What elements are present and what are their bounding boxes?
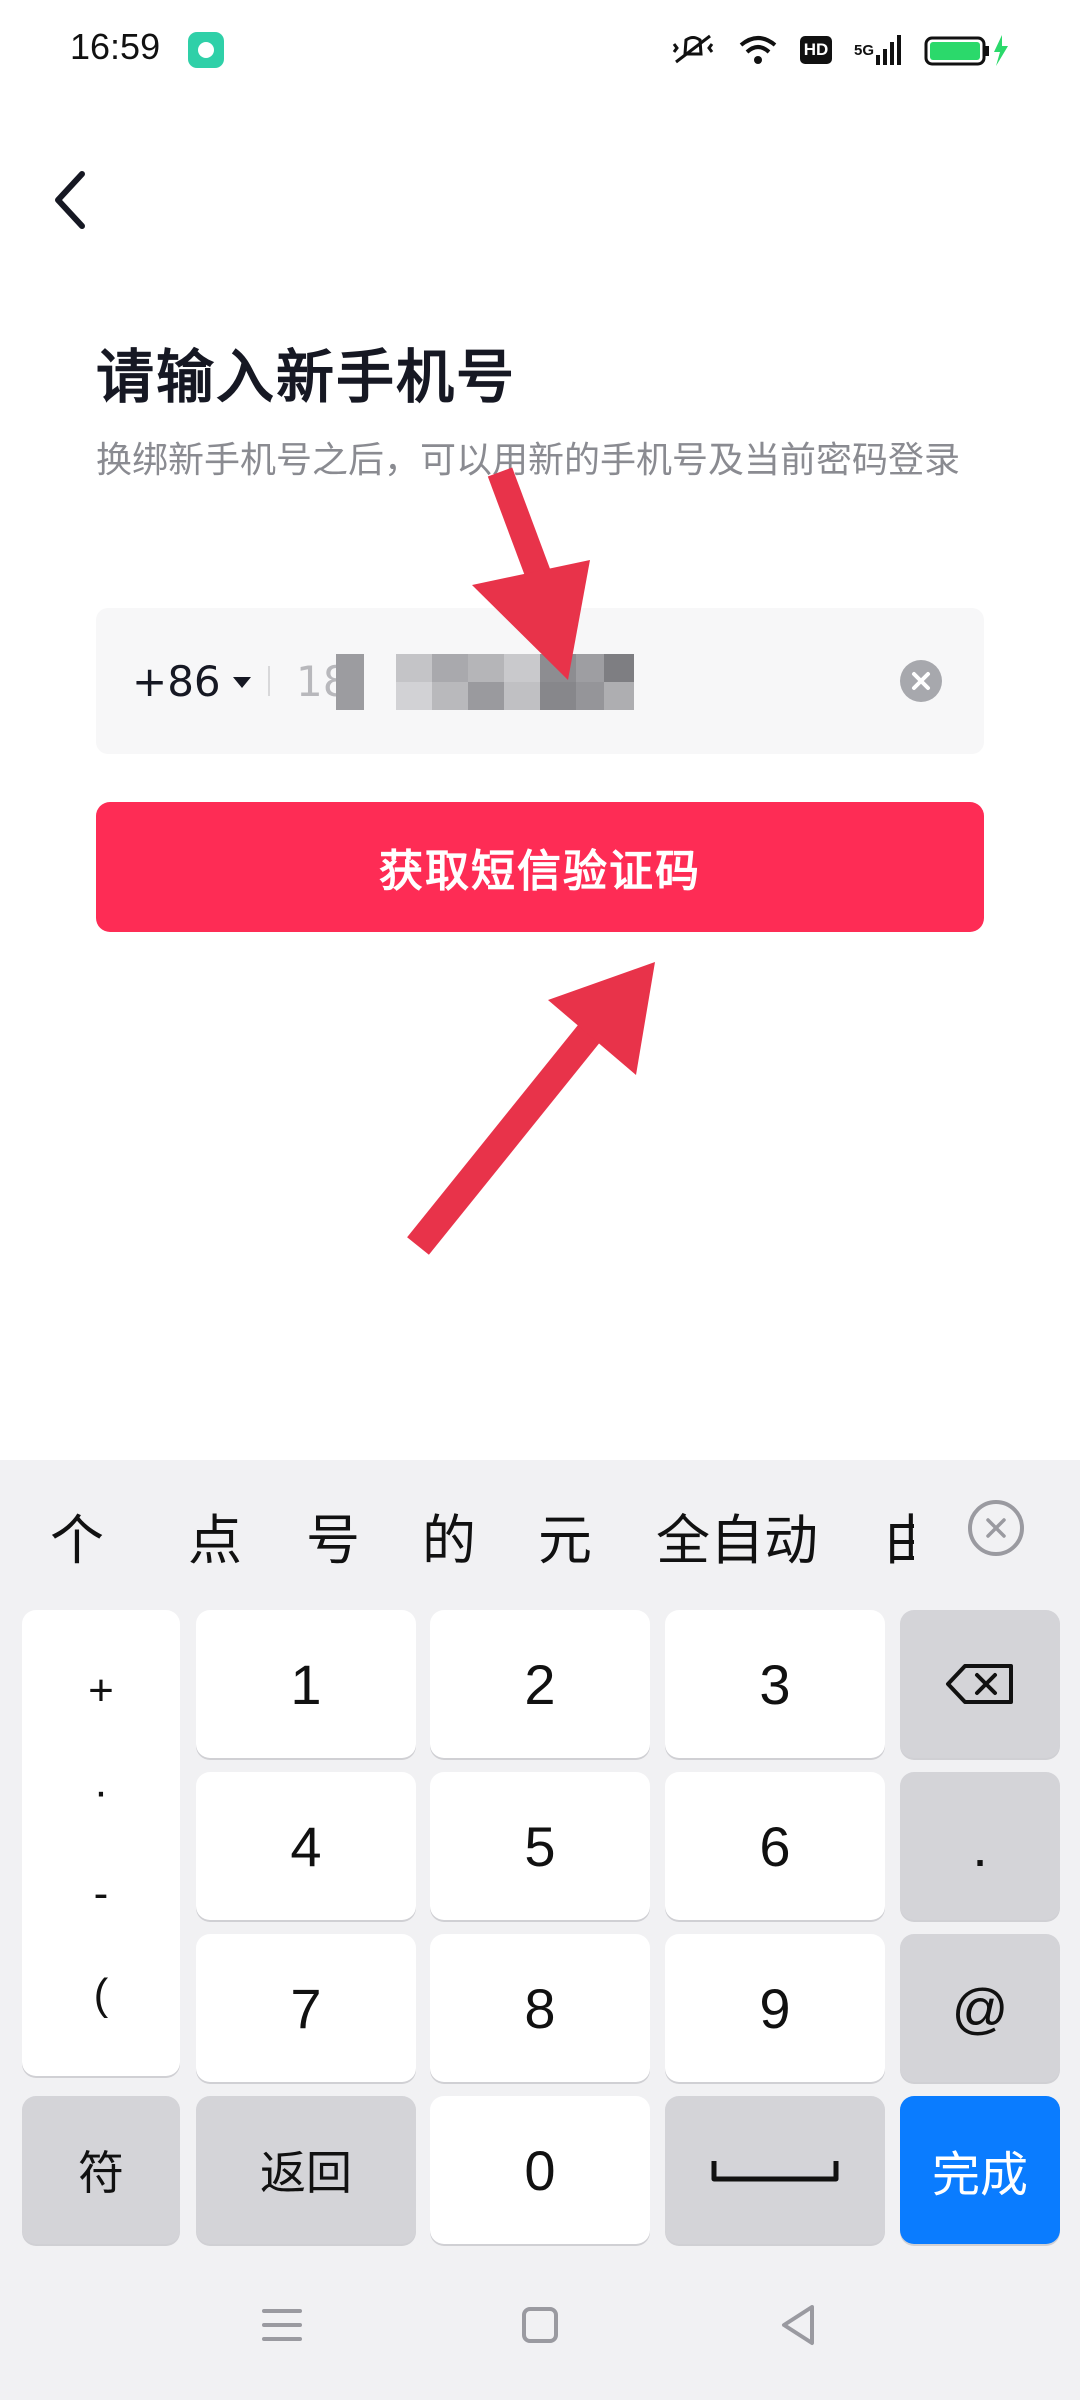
symbol-column-key[interactable]: + · - ( [22,1610,180,2076]
key-9[interactable]: 9 [665,1934,885,2082]
done-key[interactable]: 完成 [900,2096,1060,2244]
plus-symbol[interactable]: + [88,1666,114,1716]
symbols-key[interactable]: 符 [22,2096,180,2244]
dot-key[interactable]: . [900,1772,1060,1920]
backspace-icon [946,1664,1013,1704]
5g-signal-icon: 5G [854,35,902,65]
country-code-selector[interactable]: +86 [132,608,251,754]
back-button[interactable] [40,160,100,240]
key-8[interactable]: 8 [430,1934,650,2082]
clear-circle-icon [912,672,930,690]
caret-down-icon [232,676,251,688]
phone-input-field[interactable]: +86 18 [96,608,984,754]
space-key[interactable] [665,2096,885,2244]
back-triangle-icon[interactable] [758,2290,838,2360]
key-7[interactable]: 7 [196,1934,416,2082]
candidate-word[interactable]: 由 [884,1496,914,1575]
clear-button[interactable] [900,660,942,702]
field-divider [268,666,270,696]
candidate-word[interactable]: 全自动 [656,1496,818,1575]
key-4[interactable]: 4 [196,1772,416,1920]
page-subtitle: 换绑新手机号之后，可以用新的手机号及当前密码登录 [96,440,961,481]
return-key[interactable]: 返回 [196,2096,416,2244]
menu-icon[interactable] [242,2290,322,2360]
key-0[interactable]: 0 [430,2096,650,2244]
network-type-label: 5G [853,41,874,59]
key-1[interactable]: 1 [196,1610,416,1758]
key-6[interactable]: 6 [665,1772,885,1920]
dot-symbol[interactable]: · [94,1767,109,1817]
arrow-up-icon [407,962,655,1255]
dash-symbol[interactable]: - [94,1869,109,1919]
candidate-word[interactable]: 点 [188,1496,242,1575]
chevron-left-icon [55,171,85,229]
space-bar-icon [711,2161,839,2182]
system-nav-bar [0,2250,1080,2400]
candidate-word[interactable]: 个 [50,1496,104,1575]
status-bar: 16:59 HD 5G [0,0,1080,100]
status-icons: HD 5G [670,28,1010,72]
paren-symbol[interactable]: ( [94,1970,109,2020]
candidate-bar: 个 点 号 的 元 全自动 由 [0,1460,1080,1590]
get-sms-code-button[interactable]: 获取短信验证码 [96,802,984,932]
mute-vibrate-icon [670,32,716,68]
page-title: 请输入新手机号 [96,343,517,411]
home-square-icon[interactable] [500,2290,580,2360]
country-code-label: +86 [132,656,221,706]
close-circle-icon[interactable] [968,1500,1024,1556]
redacted-number-mosaic [336,654,696,710]
candidate-word[interactable]: 的 [422,1496,476,1575]
hd-icon: HD [799,36,832,64]
key-2[interactable]: 2 [430,1610,650,1758]
wifi-icon [738,33,778,67]
battery-charging-icon [924,33,1010,67]
candidate-word[interactable]: 号 [306,1496,360,1575]
backspace-key[interactable] [900,1610,1060,1758]
app-notification-icon [188,32,224,68]
key-3[interactable]: 3 [665,1610,885,1758]
status-time: 16:59 [70,26,161,67]
key-5[interactable]: 5 [430,1772,650,1920]
at-key[interactable]: @ [900,1934,1060,2082]
candidate-word[interactable]: 元 [538,1496,592,1575]
